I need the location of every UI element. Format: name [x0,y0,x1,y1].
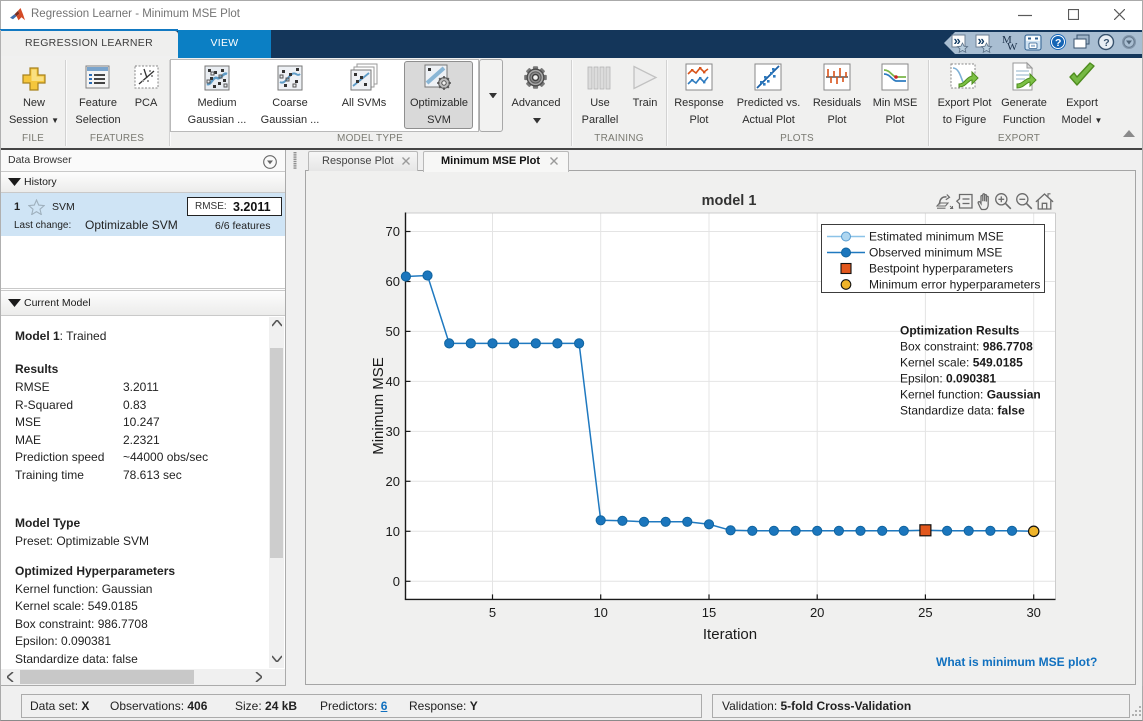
svg-text:Minimum error hyperparameters: Minimum error hyperparameters [869,278,1040,292]
svg-text:Minimum MSE: Minimum MSE [370,357,387,455]
svg-text:Box constraint: 986.7708: Box constraint: 986.7708 [900,340,1033,354]
svg-text:Observed minimum MSE: Observed minimum MSE [869,246,1002,260]
svg-text:»: » [954,34,961,48]
svg-text:W: W [1007,41,1018,53]
svg-text:Iteration: Iteration [703,626,757,643]
svg-text:60: 60 [386,274,400,289]
svg-text:10: 10 [593,605,607,620]
svg-text:Kernel function: Gaussian: Kernel function: Gaussian [900,388,1041,402]
svg-text:Epsilon: 0.090381: Epsilon: 0.090381 [900,372,996,386]
svg-text:0: 0 [393,574,400,589]
svg-text:40: 40 [386,374,400,389]
svg-text:Bestpoint hyperparameters: Bestpoint hyperparameters [869,262,1013,276]
svg-text:5: 5 [489,605,496,620]
svg-text:What is minimum MSE plot?: What is minimum MSE plot? [936,655,1097,669]
svg-text:Optimization Results: Optimization Results [900,324,1020,338]
svg-text:70: 70 [386,224,400,239]
svg-text:30: 30 [386,424,400,439]
svg-text:Estimated minimum MSE: Estimated minimum MSE [869,230,1004,244]
svg-text:10: 10 [386,524,400,539]
svg-text:Kernel scale: 549.0185: Kernel scale: 549.0185 [900,356,1023,370]
svg-text:20: 20 [386,474,400,489]
svg-text:Standardize data: false: Standardize data: false [900,404,1025,418]
svg-text:?: ? [1103,37,1109,49]
svg-text:15: 15 [702,605,716,620]
svg-text:30: 30 [1026,605,1040,620]
svg-text:»: » [978,34,985,48]
svg-text:25: 25 [918,605,932,620]
svg-text:model 1: model 1 [702,193,757,209]
svg-text:50: 50 [386,324,400,339]
svg-text:?: ? [1055,37,1061,49]
svg-text:20: 20 [810,605,824,620]
